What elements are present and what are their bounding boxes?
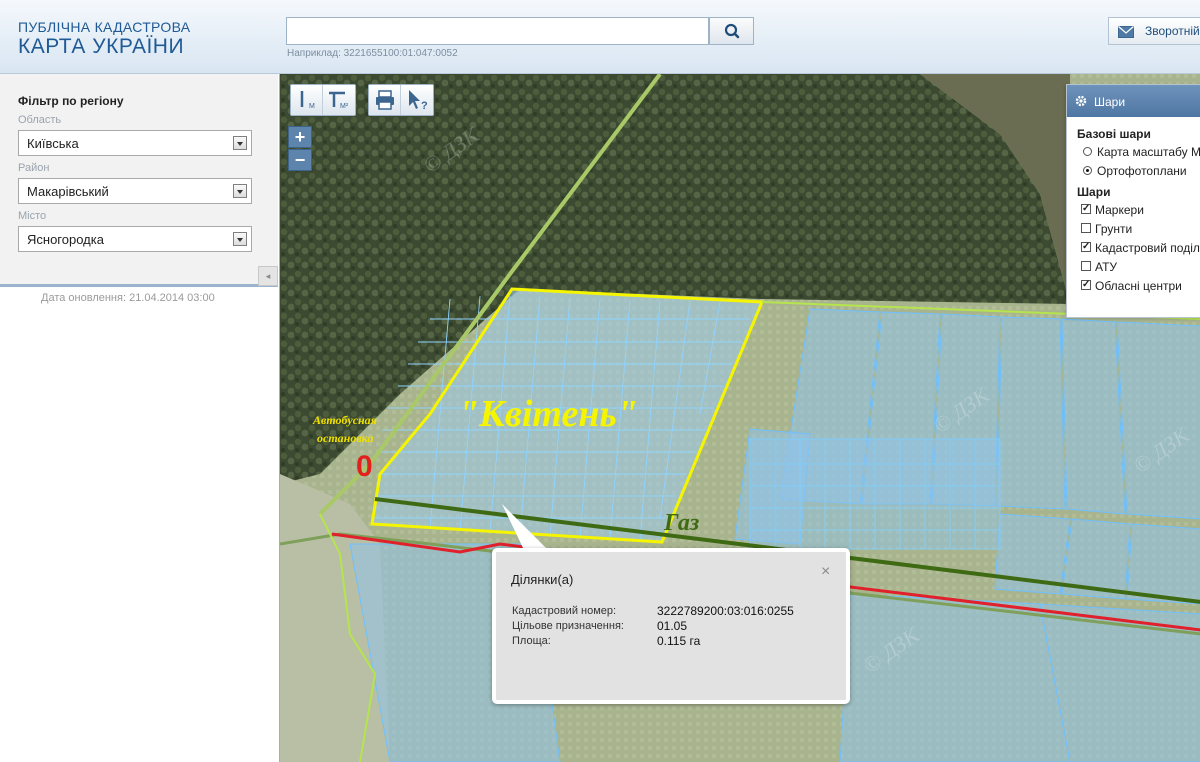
gear-icon	[1075, 95, 1087, 107]
layers-panel: Шари Базові шари Карта масштабу М Ортофо…	[1066, 84, 1200, 318]
layer-atu[interactable]: АТУ	[1081, 260, 1200, 279]
parcel-info-popup: Ділянки(а) × Кадастровий номер: 32227892…	[492, 548, 850, 704]
site-logo[interactable]: ПУБЛІЧНА КАДАСТРОВА КАРТА УКРАЇНИ	[18, 20, 190, 57]
oblast-select[interactable]: Київська	[18, 130, 252, 156]
printer-icon	[376, 90, 394, 110]
print-button[interactable]	[369, 85, 401, 115]
layers-header[interactable]: Шари	[1067, 85, 1200, 117]
zoom-in-button[interactable]: +	[288, 126, 312, 148]
layer-regional-centers[interactable]: ✓ Обласні центри	[1081, 279, 1200, 298]
feedback-button[interactable]: Зворотній зв'язок	[1108, 17, 1200, 45]
oblast-label: Область	[18, 114, 62, 126]
identify-button[interactable]: ?	[401, 85, 433, 115]
header: ПУБЛІЧНА КАДАСТРОВА КАРТА УКРАЇНИ Наприк…	[0, 0, 1200, 74]
collapse-sidebar-button[interactable]: ◂	[258, 266, 278, 286]
zoom-out-button[interactable]: −	[288, 149, 312, 171]
chevron-down-icon[interactable]	[233, 232, 247, 246]
measure-toolbar: M M²	[290, 84, 356, 116]
purpose-value: 01.05	[657, 619, 688, 633]
close-icon[interactable]: ×	[821, 564, 830, 580]
checkbox[interactable]	[1081, 223, 1091, 233]
raion-select[interactable]: Макарівський	[18, 178, 252, 204]
checkbox[interactable]: ✓	[1081, 242, 1091, 252]
purpose-label: Цільове призначення:	[512, 620, 624, 632]
radio-button[interactable]	[1083, 166, 1092, 175]
base-layers-title: Базові шари	[1077, 127, 1151, 141]
misto-select[interactable]: Ясногородка	[18, 226, 252, 252]
area-icon: M²	[329, 91, 349, 110]
layer-markers[interactable]: ✓ Маркери	[1081, 203, 1200, 222]
base-layer-ortho[interactable]: Ортофотоплани	[1083, 164, 1200, 183]
layer-label: Кадастровий поділ	[1095, 241, 1200, 255]
chevron-down-icon[interactable]	[233, 184, 247, 198]
svg-text:M: M	[309, 103, 315, 110]
measure-area-button[interactable]: M²	[323, 85, 355, 115]
layer-label: АТУ	[1095, 260, 1118, 274]
sidebar: Фільтр по регіону Область Київська Район…	[0, 74, 278, 762]
search-hint: Наприклад: 3221655100:01:047:0052	[287, 48, 458, 59]
popup-title: Ділянки(а)	[511, 572, 574, 587]
kviten-label: "Квітень"	[458, 393, 638, 435]
bus-stop-label-1: Автобусная	[312, 413, 377, 427]
search-icon	[724, 23, 740, 39]
misto-value: Ясногородка	[27, 232, 104, 247]
svg-text:M²: M²	[340, 103, 349, 110]
checkbox[interactable]: ✓	[1081, 204, 1091, 214]
cadastral-grid-center	[749, 438, 1001, 550]
bus-stop-label-2: остановка	[317, 431, 373, 445]
cadastral-number-label: Кадастровий номер:	[512, 605, 617, 617]
base-layer-map[interactable]: Карта масштабу М	[1083, 145, 1200, 164]
gas-label: Газ	[663, 510, 699, 536]
envelope-icon	[1118, 26, 1134, 38]
layer-label: Обласні центри	[1095, 279, 1182, 293]
raion-value: Макарівський	[27, 184, 109, 199]
ruler-icon: M	[300, 91, 315, 110]
misto-label: Місто	[18, 210, 47, 222]
layer-label: Грунти	[1095, 222, 1133, 236]
checkbox[interactable]: ✓	[1081, 280, 1091, 290]
cadastral-number-value: 3222789200:03:016:0255	[657, 604, 794, 618]
logo-line1: ПУБЛІЧНА КАДАСТРОВА	[18, 19, 191, 35]
svg-text:?: ?	[421, 100, 428, 112]
overlay-layers-title: Шари	[1077, 185, 1111, 199]
measure-distance-button[interactable]: M	[291, 85, 323, 115]
map-view[interactable]: © ДЗК © ДЗК © ДЗК © ДЗК Автобусная остан…	[279, 74, 1200, 762]
feedback-label: Зворотній зв'язок	[1145, 24, 1200, 38]
layer-cadastral[interactable]: ✓ Кадастровий поділ	[1081, 241, 1200, 260]
radio-button[interactable]	[1083, 147, 1092, 156]
base-layer-label: Карта масштабу М	[1097, 145, 1200, 159]
search-input[interactable]	[286, 17, 709, 45]
chevron-down-icon[interactable]	[233, 136, 247, 150]
print-info-toolbar: ?	[368, 84, 434, 116]
base-layer-label: Ортофотоплани	[1097, 164, 1187, 178]
checkbox[interactable]	[1081, 261, 1091, 271]
raion-label: Район	[18, 162, 50, 174]
layer-label: Маркери	[1095, 203, 1144, 217]
area-label: Площа:	[512, 635, 551, 647]
update-date: Дата оновлення: 21.04.2014 03:00	[41, 292, 215, 304]
cursor-question-icon: ?	[409, 90, 428, 112]
filter-title: Фільтр по регіону	[18, 94, 124, 108]
logo-line2: КАРТА УКРАЇНИ	[18, 35, 185, 58]
oblast-value: Київська	[27, 136, 79, 151]
layer-soils[interactable]: Грунти	[1081, 222, 1200, 241]
area-value: 0.115 га	[657, 634, 701, 648]
layers-title: Шари	[1094, 95, 1126, 109]
search-button[interactable]	[709, 17, 754, 45]
region-filter: Фільтр по регіону Область Київська Район…	[0, 74, 278, 287]
bus-stop-marker: 0	[356, 450, 373, 483]
